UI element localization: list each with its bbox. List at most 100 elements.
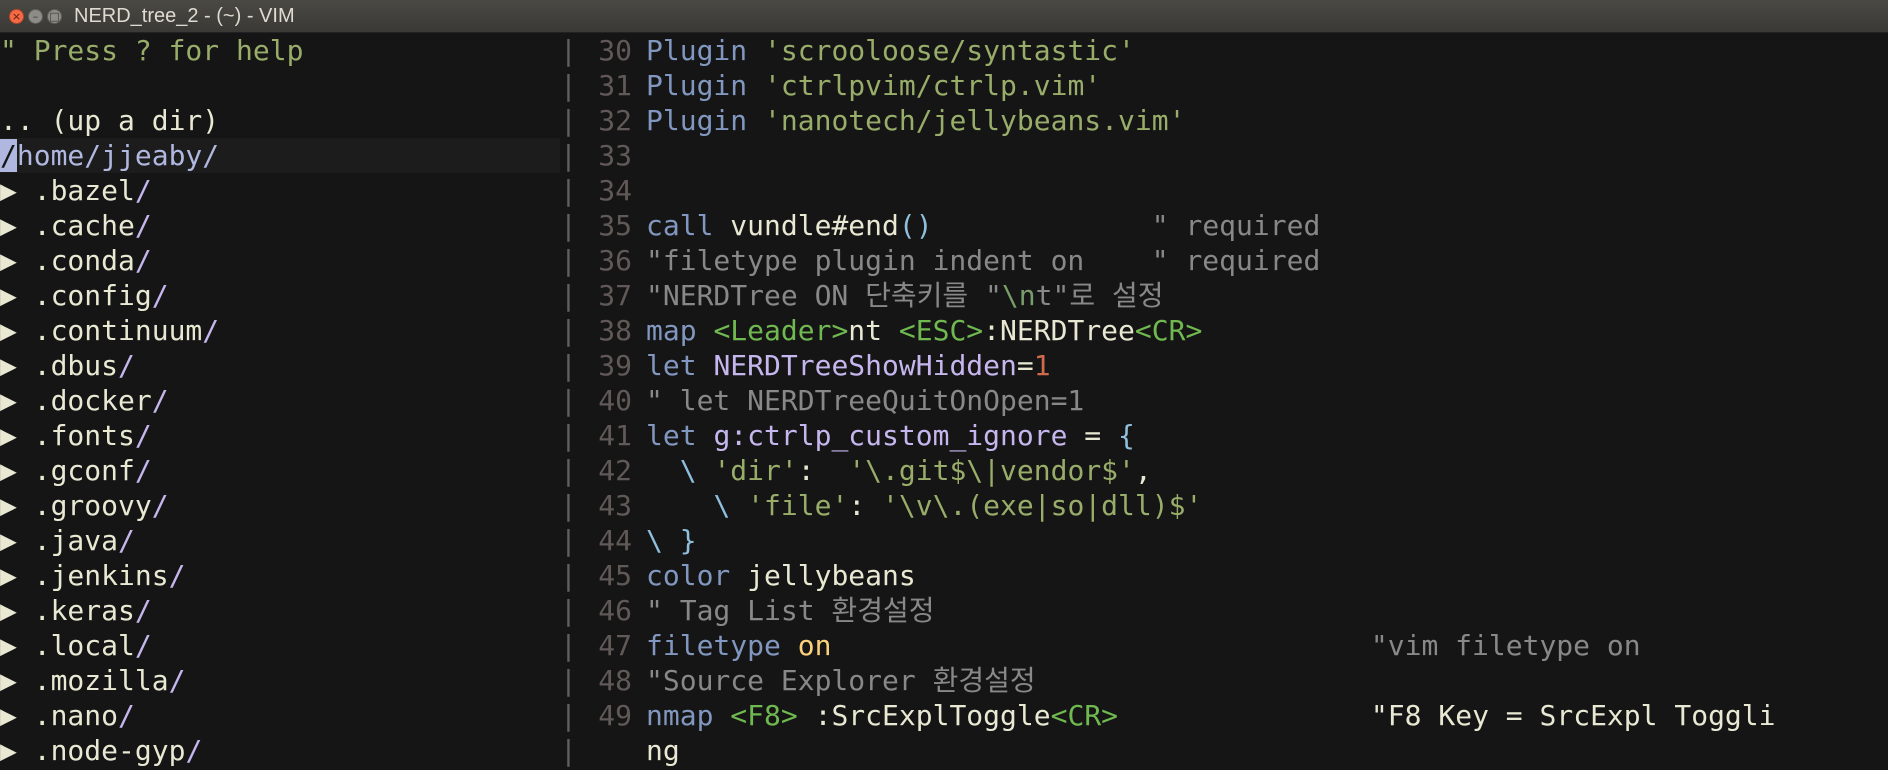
directory-slash: /: [151, 489, 169, 522]
directory-slash: /: [118, 699, 135, 732]
separator-bar: |: [560, 384, 577, 417]
nerdtree-pane[interactable]: " Press ? for help .. (up a dir) /home/j…: [0, 33, 560, 770]
separator-bar: |: [560, 419, 577, 452]
expand-arrow-icon[interactable]: ▶: [0, 279, 17, 312]
code-line-37[interactable]: 37 "NERDTree ON 단축키를 "\nt"로 설정: [578, 278, 1888, 313]
line-number: 49: [598, 699, 632, 732]
tree-directory-item[interactable]: ▶ .config/: [0, 278, 560, 313]
tree-directory-item[interactable]: ▶ .bazel/: [0, 173, 560, 208]
code-line-48[interactable]: 48 "Source Explorer 환경설정: [578, 663, 1888, 698]
line-number: 38: [598, 314, 632, 347]
tree-up-dir[interactable]: .. (up a dir): [0, 103, 560, 138]
tree-directory-item[interactable]: ▶ .keras/: [0, 593, 560, 628]
code-line-34[interactable]: 34: [578, 173, 1888, 208]
text-cursor: /: [0, 139, 17, 172]
expand-arrow-icon[interactable]: ▶: [0, 594, 17, 627]
code-pane[interactable]: 30 Plugin 'scrooloose/syntastic' 31 Plugin…: [578, 33, 1888, 770]
tree-root-dir[interactable]: /home/jjeaby/: [0, 138, 560, 173]
tree-directory-item[interactable]: ▶ .fonts/: [0, 418, 560, 453]
vim-editor[interactable]: " Press ? for help .. (up a dir) /home/j…: [0, 33, 1888, 770]
directory-name: .local: [33, 629, 135, 662]
line-number: 31: [598, 69, 632, 102]
directory-name: .fonts: [33, 419, 135, 452]
line-number: 30: [598, 34, 632, 67]
expand-arrow-icon[interactable]: ▶: [0, 244, 17, 277]
code-line-41[interactable]: 41 let g:ctrlp_custom_ignore = {: [578, 418, 1888, 453]
code-line-40[interactable]: 40 " let NERDTreeQuitOnOpen=1: [578, 383, 1888, 418]
expand-arrow-icon[interactable]: ▶: [0, 454, 17, 487]
tree-directory-item[interactable]: ▶ .mozilla/: [0, 663, 560, 698]
separator-bar: |: [560, 699, 577, 732]
tree-directory-item[interactable]: ▶ .dbus/: [0, 348, 560, 383]
expand-arrow-icon[interactable]: ▶: [0, 174, 17, 207]
directory-slash: /: [134, 244, 152, 277]
minimize-window-button[interactable]: –: [28, 9, 43, 24]
separator-bar: |: [560, 524, 577, 557]
line-number: 44: [598, 524, 632, 557]
directory-slash: /: [134, 594, 152, 627]
code-line-49-wrap[interactable]: ng: [578, 733, 1888, 768]
tree-directory-item[interactable]: ▶ .conda/: [0, 243, 560, 278]
tree-directory-item[interactable]: ▶ .jenkins/: [0, 558, 560, 593]
line-number: 48: [598, 664, 632, 697]
expand-arrow-icon[interactable]: ▶: [0, 629, 17, 662]
code-line-31[interactable]: 31 Plugin 'ctrlpvim/ctrlp.vim': [578, 68, 1888, 103]
expand-arrow-icon[interactable]: ▶: [0, 699, 17, 732]
directory-slash: /: [134, 454, 152, 487]
directory-name: .keras: [33, 594, 135, 627]
code-line-47[interactable]: 47 filetype on "vim filetype on: [578, 628, 1888, 663]
tree-directory-item[interactable]: ▶ .docker/: [0, 383, 560, 418]
expand-arrow-icon[interactable]: ▶: [0, 349, 17, 382]
tree-directory-item[interactable]: ▶ .groovy/: [0, 488, 560, 523]
line-number: 46: [598, 594, 632, 627]
expand-arrow-icon[interactable]: ▶: [0, 664, 17, 697]
directory-name: .nano: [33, 699, 119, 732]
code-line-45[interactable]: 45 color jellybeans: [578, 558, 1888, 593]
code-line-38[interactable]: 38 map <Leader>nt <ESC>:NERDTree<CR>: [578, 313, 1888, 348]
tree-directory-item[interactable]: ▶ .gconf/: [0, 453, 560, 488]
tree-directory-item[interactable]: ▶ .java/: [0, 523, 560, 558]
line-number: 36: [598, 244, 632, 277]
code-line-49[interactable]: 49 nmap <F8> :SrcExplToggle<CR> "F8 Key =…: [578, 698, 1888, 733]
expand-arrow-icon[interactable]: ▶: [0, 524, 17, 557]
directory-name: .config: [33, 279, 152, 312]
tree-directory-item[interactable]: ▶ .local/: [0, 628, 560, 663]
expand-arrow-icon[interactable]: ▶: [0, 209, 17, 242]
directory-slash: /: [151, 384, 169, 417]
code-line-46[interactable]: 46 " Tag List 환경설정: [578, 593, 1888, 628]
expand-arrow-icon[interactable]: ▶: [0, 559, 17, 592]
code-line-32[interactable]: 32 Plugin 'nanotech/jellybeans.vim': [578, 103, 1888, 138]
tree-directory-item[interactable]: ▶ .node-gyp/: [0, 733, 560, 768]
separator-bar: |: [560, 559, 577, 592]
tree-directory-item[interactable]: ▶ .continuum/: [0, 313, 560, 348]
line-number: 33: [598, 139, 632, 172]
tree-directory-item[interactable]: ▶ .cache/: [0, 208, 560, 243]
code-line-33[interactable]: 33: [578, 138, 1888, 173]
directory-slash: /: [118, 349, 135, 382]
separator-bar: |: [560, 279, 577, 312]
split-separator[interactable]: | | | | | | | | | | | | | | | | | | | | |: [560, 33, 578, 770]
directory-slash: /: [168, 664, 186, 697]
directory-name: .java: [33, 524, 119, 557]
separator-bar: |: [560, 454, 577, 487]
window-titlebar[interactable]: × – □ NERD_tree_2 - (~) - VIM: [0, 0, 1888, 33]
code-line-44[interactable]: 44 \ }: [578, 523, 1888, 558]
directory-slash: /: [118, 524, 135, 557]
line-number: 43: [598, 489, 632, 522]
tree-directory-item[interactable]: ▶ .nano/: [0, 698, 560, 733]
expand-arrow-icon[interactable]: ▶: [0, 384, 17, 417]
code-line-42[interactable]: 42 \ 'dir': '\.git$\|vendor$',: [578, 453, 1888, 488]
code-line-36[interactable]: 36 "filetype plugin indent on " required: [578, 243, 1888, 278]
maximize-window-button[interactable]: □: [47, 9, 62, 24]
separator-bar: |: [560, 349, 577, 382]
code-line-30[interactable]: 30 Plugin 'scrooloose/syntastic': [578, 33, 1888, 68]
expand-arrow-icon[interactable]: ▶: [0, 734, 17, 767]
code-line-39[interactable]: 39 let NERDTreeShowHidden=1: [578, 348, 1888, 383]
code-line-35[interactable]: 35 call vundle#end() " required: [578, 208, 1888, 243]
expand-arrow-icon[interactable]: ▶: [0, 419, 17, 452]
expand-arrow-icon[interactable]: ▶: [0, 314, 17, 347]
code-line-43[interactable]: 43 \ 'file': '\v\.(exe|so|dll)$': [578, 488, 1888, 523]
close-window-button[interactable]: ×: [9, 9, 24, 24]
separator-bar: |: [560, 244, 577, 277]
expand-arrow-icon[interactable]: ▶: [0, 489, 17, 522]
